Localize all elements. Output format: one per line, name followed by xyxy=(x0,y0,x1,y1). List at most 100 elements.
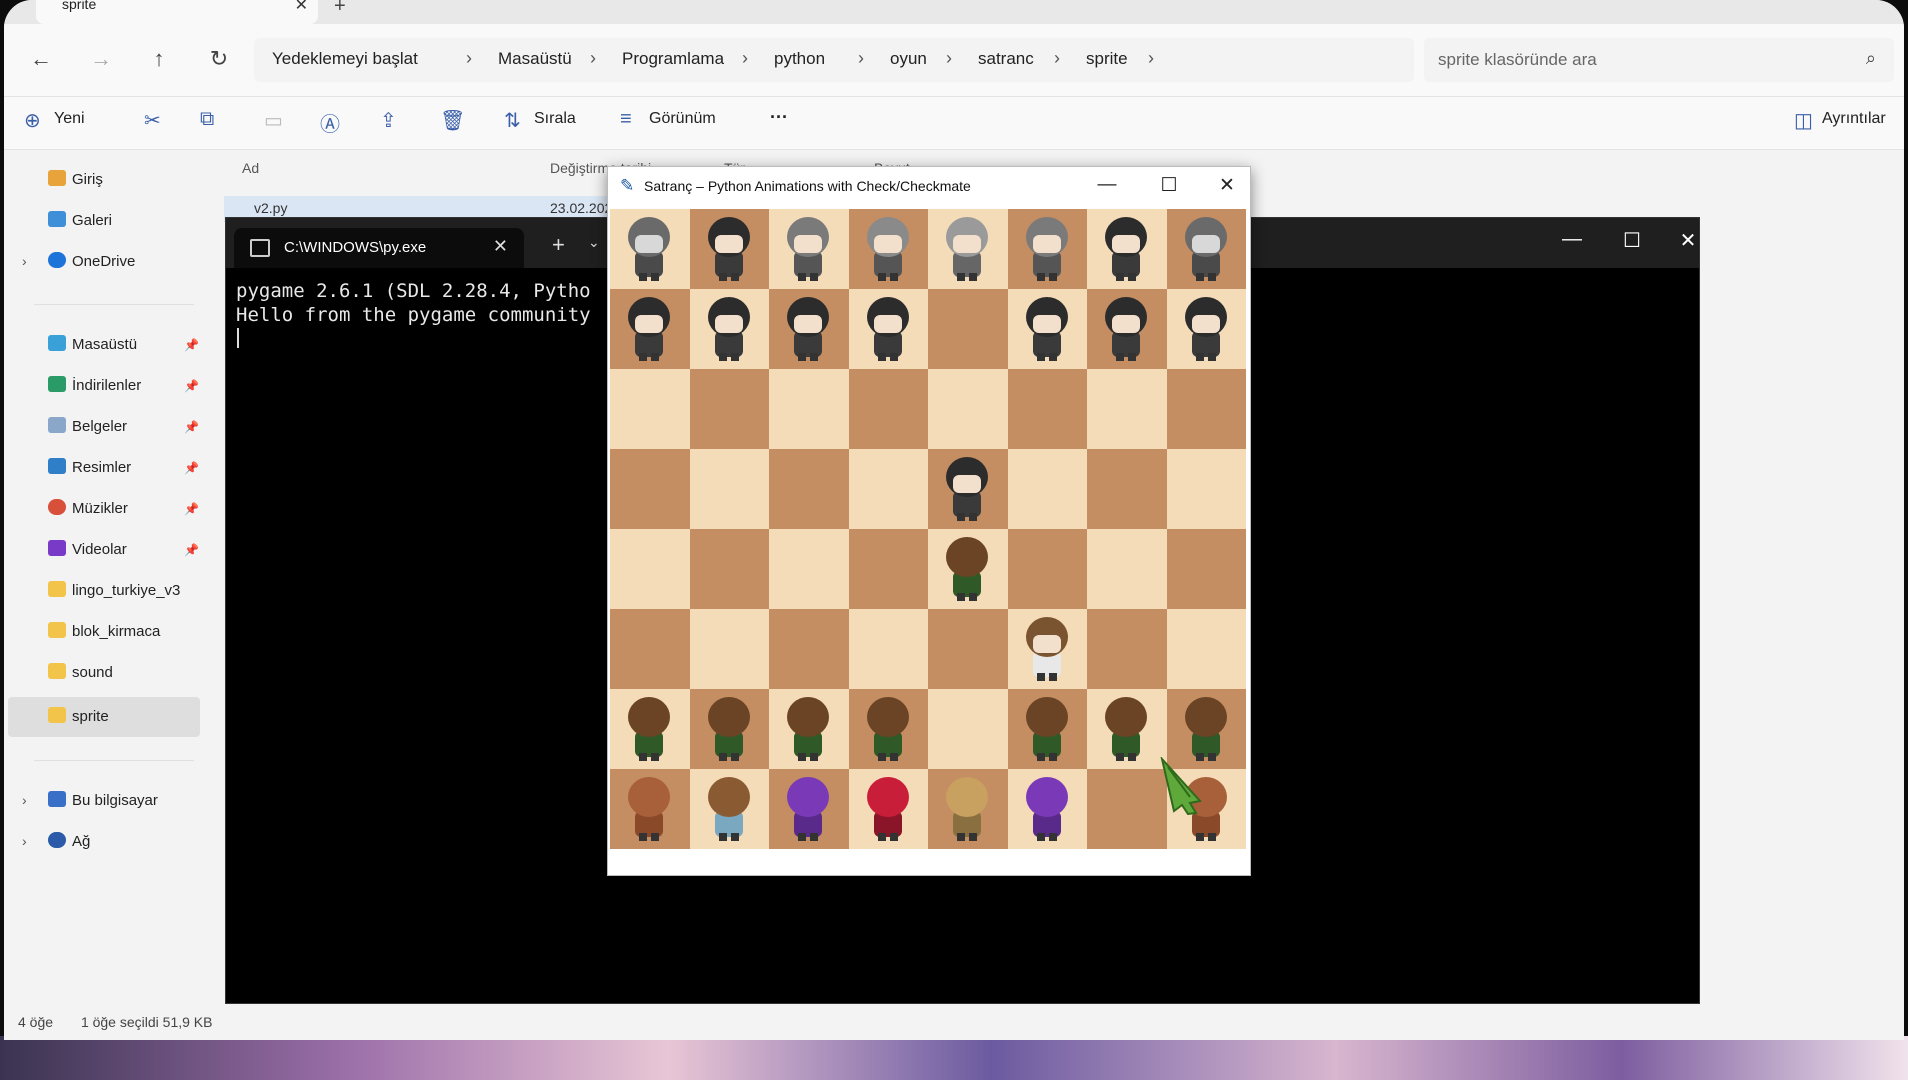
board-square[interactable] xyxy=(689,369,769,449)
board-square[interactable] xyxy=(1007,449,1087,529)
chess-piece-kid-brown-back[interactable] xyxy=(1023,695,1071,763)
up-button[interactable]: ↑ xyxy=(144,46,174,72)
board-square[interactable] xyxy=(848,289,928,369)
board-square[interactable] xyxy=(928,609,1008,689)
close-button[interactable]: ✕ xyxy=(1668,228,1708,253)
board-square[interactable] xyxy=(689,449,769,529)
sidebar-item-music[interactable]: Müzikler xyxy=(48,499,128,517)
chess-piece-kid-brown-back[interactable] xyxy=(1102,695,1150,763)
board-square[interactable] xyxy=(769,689,849,769)
sidebar-item-this-pc[interactable]: Bu bilgisayar xyxy=(48,791,158,809)
chess-piece-bear-gray[interactable] xyxy=(1182,215,1230,283)
board-square[interactable] xyxy=(1087,209,1167,289)
chess-piece-kid-dark[interactable] xyxy=(705,295,753,363)
board-square[interactable] xyxy=(928,369,1008,449)
cut-icon[interactable]: ✂ xyxy=(144,108,161,133)
board-square[interactable] xyxy=(769,289,849,369)
board-square[interactable] xyxy=(1087,449,1167,529)
breadcrumb-item[interactable]: sprite xyxy=(1086,49,1128,69)
chess-piece-kid-brown-back[interactable] xyxy=(705,695,753,763)
chess-piece-bear-gray[interactable] xyxy=(625,215,673,283)
chess-piece-kid-brown-back[interactable] xyxy=(943,535,991,603)
rename-icon[interactable]: Ⓐ xyxy=(320,108,340,137)
chess-board[interactable] xyxy=(610,209,1246,849)
sidebar-item-network[interactable]: Ağ xyxy=(48,832,90,850)
board-square[interactable] xyxy=(928,689,1008,769)
chess-piece-kid-brown-front[interactable] xyxy=(1023,615,1071,683)
paste-icon[interactable]: ▭ xyxy=(264,108,283,133)
board-square[interactable] xyxy=(1007,209,1087,289)
more-options-button[interactable]: ··· xyxy=(770,107,788,128)
sidebar-item-folder[interactable]: sound xyxy=(48,663,113,681)
chess-piece-purple-blob[interactable] xyxy=(1023,775,1071,843)
chess-piece-girl-glasses[interactable] xyxy=(864,215,912,283)
sidebar-item-gallery[interactable]: Galeri xyxy=(48,211,112,229)
copy-icon[interactable]: ⧉ xyxy=(200,108,214,131)
sidebar-item-folder[interactable]: blok_kirmaca xyxy=(48,622,160,640)
chess-piece-girl-gray[interactable] xyxy=(1023,215,1071,283)
board-square[interactable] xyxy=(689,609,769,689)
tab-close-icon[interactable]: ✕ xyxy=(295,0,308,15)
board-square[interactable] xyxy=(689,529,769,609)
board-square[interactable] xyxy=(769,609,849,689)
address-bar[interactable]: Yedeklemeyi başlat › Masaüstü › Programl… xyxy=(254,38,1414,82)
chess-piece-kid-dark[interactable] xyxy=(705,215,753,283)
close-button[interactable]: ✕ xyxy=(1212,174,1242,197)
forward-button[interactable]: → xyxy=(86,46,116,72)
board-square[interactable] xyxy=(1087,369,1167,449)
board-square[interactable] xyxy=(769,209,849,289)
board-square[interactable] xyxy=(610,769,690,849)
board-square[interactable] xyxy=(1166,289,1246,369)
sidebar-item-documents[interactable]: Belgeler xyxy=(48,417,127,435)
board-square[interactable] xyxy=(1166,449,1246,529)
board-square[interactable] xyxy=(769,529,849,609)
board-square[interactable] xyxy=(610,529,690,609)
breadcrumb-item[interactable]: Programlama xyxy=(622,49,724,69)
chess-piece-kid-dark[interactable] xyxy=(864,295,912,363)
board-square[interactable] xyxy=(769,369,849,449)
chess-piece-kid-brown-back[interactable] xyxy=(784,695,832,763)
breadcrumb-item[interactable]: oyun xyxy=(890,49,927,69)
tab-sprite[interactable]: sprite ✕ xyxy=(36,0,318,24)
chess-piece-purple-blob[interactable] xyxy=(784,775,832,843)
breadcrumb-item[interactable]: Masaüstü xyxy=(498,49,572,69)
chess-piece-girl-gray[interactable] xyxy=(784,215,832,283)
board-square[interactable] xyxy=(1166,529,1246,609)
chess-piece-kid-brown-back[interactable] xyxy=(864,695,912,763)
board-square[interactable] xyxy=(769,769,849,849)
delete-icon[interactable]: 🗑 xyxy=(440,108,465,133)
board-square[interactable] xyxy=(689,209,769,289)
board-square[interactable] xyxy=(610,449,690,529)
chess-piece-kid-dark[interactable] xyxy=(943,455,991,523)
board-square[interactable] xyxy=(610,209,690,289)
breadcrumb-item[interactable]: satranc xyxy=(978,49,1034,69)
board-square[interactable] xyxy=(1007,289,1087,369)
chess-piece-kid-dark[interactable] xyxy=(1102,295,1150,363)
search-icon[interactable]: ⌕ xyxy=(1866,48,1876,69)
sidebar-item-home[interactable]: Giriş xyxy=(48,170,103,188)
breadcrumb-item[interactable]: Yedeklemeyi başlat xyxy=(272,49,418,69)
board-square[interactable] xyxy=(848,529,928,609)
search-input[interactable]: sprite klasöründe ara ⌕ xyxy=(1424,38,1894,82)
board-square[interactable] xyxy=(848,689,928,769)
board-square[interactable] xyxy=(928,449,1008,529)
board-square[interactable] xyxy=(1166,369,1246,449)
board-square[interactable] xyxy=(848,369,928,449)
board-square[interactable] xyxy=(848,209,928,289)
close-icon[interactable]: ✕ xyxy=(493,236,508,257)
board-square[interactable] xyxy=(1087,689,1167,769)
sidebar-item-downloads[interactable]: İndirilenler xyxy=(48,376,141,394)
board-square[interactable] xyxy=(769,449,849,529)
chevron-down-icon[interactable]: ⌄ xyxy=(588,234,600,251)
board-square[interactable] xyxy=(610,289,690,369)
chess-piece-kid-light-back[interactable] xyxy=(705,775,753,843)
new-tab-button[interactable]: + xyxy=(552,232,565,258)
chess-piece-blonde-kid[interactable] xyxy=(943,775,991,843)
board-square[interactable] xyxy=(928,289,1008,369)
board-square[interactable] xyxy=(1007,769,1087,849)
minimize-button[interactable]: — xyxy=(1552,228,1592,251)
chess-piece-kid-dark[interactable] xyxy=(1023,295,1071,363)
back-button[interactable]: ← xyxy=(26,46,56,72)
chevron-right-icon[interactable]: › xyxy=(22,253,27,269)
board-square[interactable] xyxy=(689,289,769,369)
